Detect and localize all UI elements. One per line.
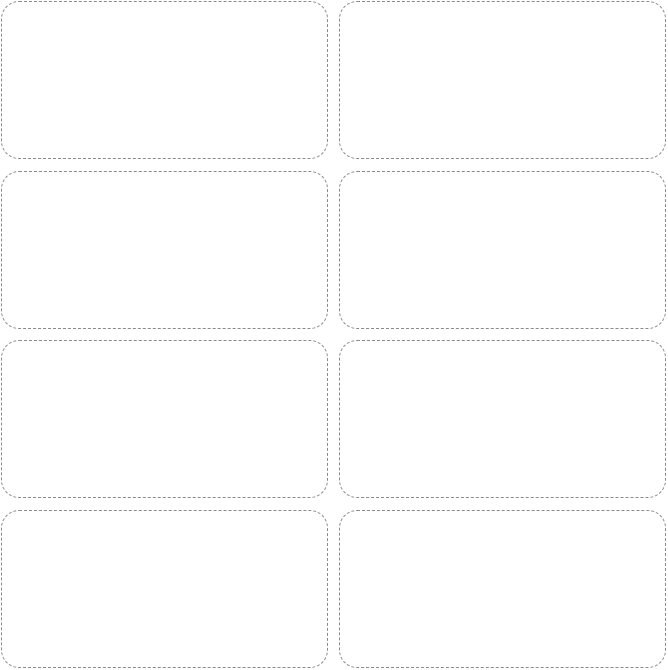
label-card-4: [339, 171, 666, 329]
label-card-7: [1, 510, 328, 668]
label-card-5: [1, 340, 328, 498]
label-card-2: [339, 1, 666, 159]
label-card-6: [339, 340, 666, 498]
label-sheet: [0, 0, 668, 670]
label-card-1: [1, 1, 328, 159]
label-card-8: [339, 510, 666, 668]
label-card-3: [1, 171, 328, 329]
